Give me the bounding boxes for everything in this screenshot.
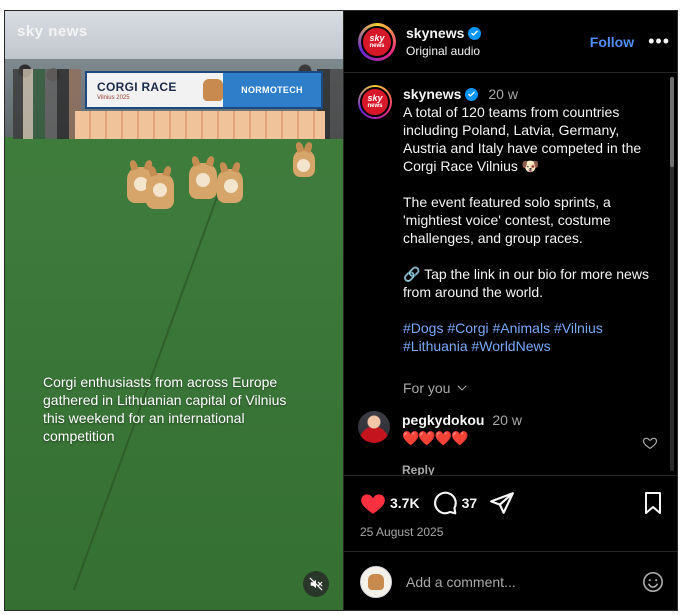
race-banner-text: CORGI RACE Vilnius 2025: [87, 73, 209, 107]
corgi: [189, 163, 217, 199]
comment-time: 20 w: [492, 412, 522, 428]
comment-input[interactable]: [406, 574, 642, 590]
race-banner-subtitle: Vilnius 2025: [97, 94, 130, 101]
logo-text-top: sky: [369, 32, 385, 43]
chevron-down-icon: [457, 385, 467, 391]
speaker-muted-icon: [309, 577, 323, 591]
for-you-dropdown[interactable]: For you: [403, 379, 658, 397]
logo-text-top: sky: [367, 93, 383, 103]
post-caption: sky news skynews 20 w A total of 120 tea…: [358, 85, 658, 397]
for-you-label: For you: [403, 380, 451, 396]
scrollbar-thumb[interactable]: [670, 77, 674, 167]
reply-button[interactable]: Reply: [402, 461, 658, 475]
caption-paragraph: The event featured solo sprints, a 'migh…: [403, 194, 611, 246]
author-info: skynews Original audio: [406, 25, 590, 58]
video-spectators-left: [13, 69, 81, 139]
post-date: 25 August 2025: [360, 525, 444, 539]
video-player[interactable]: CORGI RACE Vilnius 2025 NORMOTECH sky ne…: [5, 11, 343, 610]
corgi: [146, 173, 174, 209]
comment-item: pegkydokou 20 w ❤️❤️❤️❤️ Reply: [358, 411, 658, 475]
video-caption: Corgi enthusiasts from across Europe gat…: [43, 374, 287, 444]
logo-text-bottom: news: [369, 42, 385, 49]
caption-paragraph: A total of 120 teams from countries incl…: [403, 104, 642, 174]
comments-scrollbar[interactable]: [670, 77, 674, 471]
caption-username[interactable]: skynews: [403, 85, 461, 103]
verified-badge-icon: [468, 26, 482, 40]
comment-body: pegkydokou 20 w ❤️❤️❤️❤️ Reply: [402, 411, 658, 475]
bookmark-icon[interactable]: [642, 491, 664, 515]
audio-label[interactable]: Original audio: [406, 44, 590, 58]
sky-news-logo: sky news: [361, 25, 393, 58]
post-side-panel: sky news skynews Original audio Follow •…: [343, 11, 677, 610]
action-bar: 3.7K 37 25 August 2025: [344, 475, 677, 547]
corgi: [217, 169, 243, 203]
commenter-avatar[interactable]: [358, 411, 390, 443]
caption-hashtags[interactable]: #Dogs #Corgi #Animals #Vilnius #Lithuani…: [403, 319, 658, 355]
sky-news-logo: sky news: [360, 87, 390, 117]
author-avatar[interactable]: sky news: [358, 22, 396, 61]
heart-filled-icon[interactable]: [360, 491, 386, 515]
caption-time: 20 w: [488, 86, 518, 102]
heart-outline-icon[interactable]: [642, 435, 658, 451]
comment-meta: pegkydokou 20 w: [402, 411, 658, 429]
more-options-button[interactable]: •••: [648, 31, 670, 52]
video-fence: [75, 111, 325, 139]
like-count[interactable]: 3.7K: [390, 495, 420, 511]
race-banner: CORGI RACE Vilnius 2025 NORMOTECH: [85, 71, 323, 109]
comment-username[interactable]: pegkydokou: [402, 412, 484, 428]
add-comment-bar: [344, 551, 677, 610]
author-name-row: skynews: [406, 25, 590, 41]
video-watermark: sky news: [17, 23, 88, 40]
race-banner-title: CORGI RACE: [97, 79, 177, 94]
mute-button[interactable]: [303, 571, 329, 597]
caption-meta: skynews 20 w: [403, 85, 658, 103]
comment-text: ❤️❤️❤️❤️: [402, 430, 469, 446]
caption-body: skynews 20 w A total of 120 teams from c…: [403, 85, 658, 397]
share-icon[interactable]: [489, 490, 515, 516]
race-banner-sponsor: NORMOTECH: [223, 73, 321, 107]
author-username[interactable]: skynews: [406, 25, 464, 41]
comment-count[interactable]: 37: [462, 495, 478, 511]
comments-feed[interactable]: sky news skynews 20 w A total of 120 tea…: [344, 73, 677, 475]
corgi-logo-icon: [203, 79, 223, 101]
corgi: [293, 149, 315, 177]
logo-text-bottom: news: [367, 103, 383, 109]
post-header: sky news skynews Original audio Follow •…: [344, 11, 677, 73]
follow-button[interactable]: Follow: [590, 34, 634, 50]
verified-badge-icon: [465, 87, 479, 101]
comment-icon[interactable]: [432, 490, 458, 516]
emoji-icon[interactable]: [642, 571, 664, 593]
corgi-avatar-icon: [368, 574, 384, 590]
action-icons: 3.7K 37: [360, 490, 664, 516]
reel-modal: CORGI RACE Vilnius 2025 NORMOTECH sky ne…: [4, 10, 678, 611]
caption-paragraph: 🔗 Tap the link in our bio for more news …: [403, 266, 649, 300]
current-user-avatar: [360, 566, 392, 598]
author-avatar[interactable]: sky news: [358, 85, 392, 119]
